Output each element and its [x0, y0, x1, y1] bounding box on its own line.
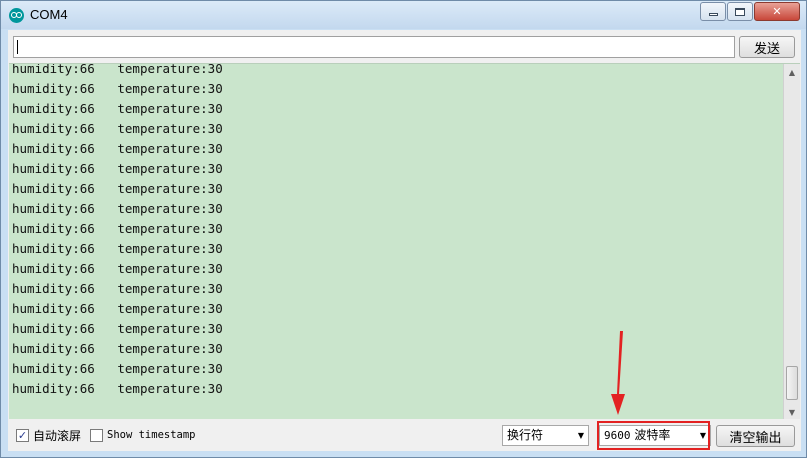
- column-gap: [95, 201, 118, 216]
- column-gap: [95, 281, 118, 296]
- send-button[interactable]: 发送: [739, 36, 795, 58]
- output-line: humidity:66 temperature:30: [12, 319, 223, 339]
- temperature-reading: temperature:30: [117, 341, 223, 356]
- humidity-reading: humidity:66: [12, 221, 95, 236]
- output-line: humidity:66 temperature:30: [12, 79, 223, 99]
- output-line: humidity:66 temperature:30: [12, 139, 223, 159]
- humidity-reading: humidity:66: [12, 121, 95, 136]
- column-gap: [95, 121, 118, 136]
- humidity-reading: humidity:66: [12, 261, 95, 276]
- column-gap: [95, 301, 118, 316]
- humidity-reading: humidity:66: [12, 281, 95, 296]
- temperature-reading: temperature:30: [117, 141, 223, 156]
- temperature-reading: temperature:30: [117, 121, 223, 136]
- output-line: humidity:66 temperature:30: [12, 179, 223, 199]
- column-gap: [95, 341, 118, 356]
- autoscroll-checkbox[interactable]: ✓: [16, 429, 29, 442]
- humidity-reading: humidity:66: [12, 161, 95, 176]
- column-gap: [95, 81, 118, 96]
- output-line: humidity:66 temperature:30: [12, 239, 223, 259]
- column-gap: [95, 101, 118, 116]
- output-line: humidity:66 temperature:30: [12, 119, 223, 139]
- line-ending-select[interactable]: 换行符 ▼: [502, 425, 589, 446]
- line-ending-value: 换行符: [507, 428, 544, 442]
- annotation-highlight-box: [597, 421, 710, 450]
- chevron-down-icon: ▼: [577, 431, 584, 440]
- column-gap: [95, 261, 118, 276]
- humidity-reading: humidity:66: [12, 321, 95, 336]
- title-bar[interactable]: COM4 ✕: [1, 1, 806, 29]
- humidity-reading: humidity:66: [12, 341, 95, 356]
- send-input[interactable]: [13, 36, 735, 58]
- maximize-button[interactable]: [727, 2, 753, 21]
- output-line: humidity:66 temperature:30: [12, 219, 223, 239]
- output-line: humidity:66 temperature:30: [12, 63, 223, 79]
- maximize-icon: [735, 7, 745, 16]
- scrollbar-thumb[interactable]: [786, 366, 798, 400]
- temperature-reading: temperature:30: [117, 181, 223, 196]
- humidity-reading: humidity:66: [12, 201, 95, 216]
- temperature-reading: temperature:30: [117, 321, 223, 336]
- output-line: humidity:66 temperature:30: [12, 339, 223, 359]
- humidity-reading: humidity:66: [12, 241, 95, 256]
- temperature-reading: temperature:30: [117, 381, 223, 396]
- temperature-reading: temperature:30: [117, 261, 223, 276]
- window-title: COM4: [30, 7, 68, 22]
- humidity-reading: humidity:66: [12, 63, 95, 76]
- temperature-reading: temperature:30: [117, 63, 223, 76]
- bottom-toolbar: ✓ 自动滚屏 Show timestamp 换行符 ▼ 9600 波特率 ▼ 清…: [8, 419, 801, 451]
- output-line: humidity:66 temperature:30: [12, 159, 223, 179]
- output-line: humidity:66 temperature:30: [12, 99, 223, 119]
- close-icon: ✕: [772, 5, 782, 18]
- temperature-reading: temperature:30: [117, 201, 223, 216]
- temperature-reading: temperature:30: [117, 161, 223, 176]
- scroll-down-icon[interactable]: ▼: [784, 404, 800, 419]
- temperature-reading: temperature:30: [117, 361, 223, 376]
- arduino-logo-icon: [9, 8, 24, 23]
- show-timestamp-label[interactable]: Show timestamp: [107, 429, 196, 441]
- output-line: humidity:66 temperature:30: [12, 259, 223, 279]
- output-line: humidity:66 temperature:30: [12, 359, 223, 379]
- output-line: humidity:66 temperature:30: [12, 379, 223, 399]
- humidity-reading: humidity:66: [12, 361, 95, 376]
- column-gap: [95, 161, 118, 176]
- serial-monitor-window: COM4 ✕ 发送 humidity:66 temperature:30 humi…: [0, 0, 807, 458]
- check-icon: ✓: [17, 429, 28, 442]
- column-gap: [95, 221, 118, 236]
- column-gap: [95, 141, 118, 156]
- output-line: humidity:66 temperature:30: [12, 199, 223, 219]
- column-gap: [95, 64, 118, 76]
- clear-output-button[interactable]: 清空输出: [716, 425, 795, 447]
- temperature-reading: temperature:30: [117, 221, 223, 236]
- column-gap: [95, 381, 118, 396]
- serial-output[interactable]: humidity:66 temperature:30 humidity:66 te…: [9, 63, 800, 419]
- column-gap: [95, 361, 118, 376]
- humidity-reading: humidity:66: [12, 141, 95, 156]
- close-button[interactable]: ✕: [754, 2, 800, 21]
- temperature-reading: temperature:30: [117, 281, 223, 296]
- serial-monitor-body: 发送 humidity:66 temperature:30 humidity:66…: [8, 30, 801, 451]
- temperature-reading: temperature:30: [117, 81, 223, 96]
- humidity-reading: humidity:66: [12, 301, 95, 316]
- column-gap: [95, 321, 118, 336]
- humidity-reading: humidity:66: [12, 101, 95, 116]
- output-line: humidity:66 temperature:30: [12, 299, 223, 319]
- temperature-reading: temperature:30: [117, 241, 223, 256]
- minimize-button[interactable]: [700, 2, 726, 21]
- show-timestamp-checkbox[interactable]: [90, 429, 103, 442]
- minimize-icon: [708, 13, 718, 16]
- temperature-reading: temperature:30: [117, 301, 223, 316]
- humidity-reading: humidity:66: [12, 381, 95, 396]
- column-gap: [95, 241, 118, 256]
- scroll-up-icon[interactable]: ▲: [784, 64, 800, 80]
- vertical-scrollbar[interactable]: ▲ ▼: [783, 64, 800, 419]
- output-line: humidity:66 temperature:30: [12, 279, 223, 299]
- temperature-reading: temperature:30: [117, 101, 223, 116]
- humidity-reading: humidity:66: [12, 81, 95, 96]
- humidity-reading: humidity:66: [12, 181, 95, 196]
- autoscroll-label[interactable]: 自动滚屏: [33, 427, 81, 444]
- text-caret: [17, 40, 18, 54]
- column-gap: [95, 181, 118, 196]
